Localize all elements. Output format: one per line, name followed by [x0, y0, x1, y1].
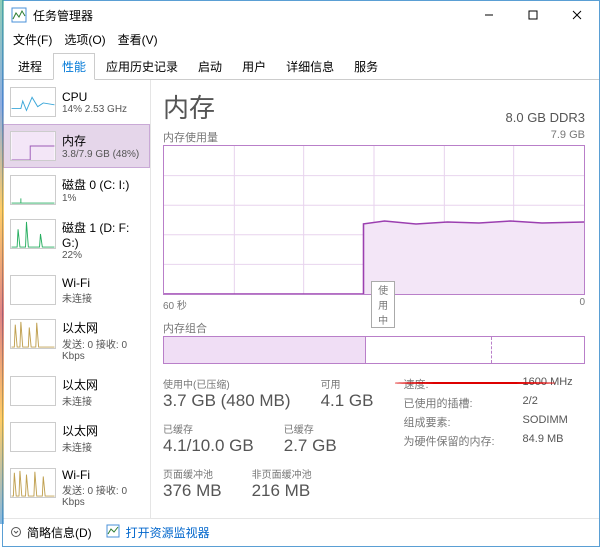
menu-options[interactable]: 选项(O) [64, 31, 105, 48]
sidebar-item-sub: 22% [62, 250, 143, 261]
sidebar-item-sub: 3.8/7.9 GB (48%) [62, 149, 139, 160]
fewer-details-button[interactable]: 简略信息(D) [27, 524, 92, 541]
fewer-details-icon[interactable] [11, 526, 21, 540]
resource-monitor-icon [106, 524, 120, 541]
ethernet-thumb-icon [10, 376, 56, 406]
window-controls [467, 1, 599, 29]
form-label: 组成要素: [403, 414, 494, 430]
close-button[interactable] [555, 1, 599, 29]
tabs: 进程 性能 应用历史记录 启动 用户 详细信息 服务 [3, 52, 599, 80]
wifi-thumb-icon [10, 468, 56, 498]
x-axis-right: 0 [579, 297, 585, 312]
tab-startup[interactable]: 启动 [189, 53, 231, 80]
sidebar-item-disk0[interactable]: 磁盘 0 (C: I:)1% [3, 168, 150, 212]
memory-composition-chart [163, 336, 585, 364]
maximize-button[interactable] [511, 1, 555, 29]
slots-label: 已使用的插槽: [403, 395, 494, 411]
open-resource-monitor-link[interactable]: 打开资源监视器 [126, 524, 210, 541]
stat-nonpaged-label: 非页面缓冲池 [252, 466, 312, 481]
speed-value: 1600 MHz [523, 376, 573, 392]
footer: 简略信息(D) 打开资源监视器 [3, 518, 599, 546]
stat-avail-value: 4.1 GB [321, 391, 374, 411]
hw-reserved-value: 84.9 MB [523, 433, 573, 449]
sidebar-item-label: 以太网 [62, 422, 98, 439]
cpu-thumb-icon [10, 87, 56, 117]
sidebar-item-sub: 14% 2.53 GHz [62, 104, 127, 115]
sidebar-item-wifi2[interactable]: Wi-Fi发送: 0 接收: 0 Kbps [3, 461, 150, 515]
menu-view[interactable]: 查看(V) [118, 31, 158, 48]
stat-cache-label: 已缓存 [284, 421, 337, 436]
sidebar-item-sub: 发送: 0 接收: 0 Kbps [62, 336, 143, 362]
stat-cache-value: 2.7 GB [284, 436, 337, 456]
sidebar-item-wifi1[interactable]: Wi-Fi未连接 [3, 268, 150, 312]
wifi-thumb-icon [10, 275, 56, 305]
task-manager-window: 任务管理器 文件(F) 选项(O) 查看(V) 进程 性能 应用历史记录 启动 … [2, 0, 600, 547]
main-panel: 内存 8.0 GB DDR3 内存使用量 7.9 GB 60 秒 [151, 80, 599, 518]
x-axis-left: 60 秒 [163, 297, 187, 312]
sidebar-item-label: 磁盘 1 (D: F: G:) [62, 219, 143, 250]
stat-paged-label: 页面缓冲池 [163, 466, 222, 481]
memory-usage-chart [163, 145, 585, 295]
annotation-red-underline [395, 382, 555, 384]
composition-free [492, 337, 584, 363]
sidebar-item-cpu[interactable]: CPU14% 2.53 GHz [3, 80, 150, 124]
tab-processes[interactable]: 进程 [9, 53, 51, 80]
stat-commit-value: 4.1/10.0 GB [163, 436, 254, 456]
usage-chart-max: 7.9 GB [551, 129, 585, 145]
sidebar-item-sub: 1% [62, 193, 129, 204]
stat-avail-label: 可用 [321, 376, 374, 391]
sidebar-item-memory[interactable]: 内存3.8/7.9 GB (48%) [3, 124, 150, 168]
stat-nonpaged-value: 216 MB [252, 481, 312, 501]
x-axis-marker [382, 297, 385, 312]
sidebar-item-label: Wi-Fi [62, 468, 143, 482]
body: CPU14% 2.53 GHz 内存3.8/7.9 GB (48%) 磁盘 0 … [3, 80, 599, 518]
sidebar-item-sub: 未连接 [62, 290, 92, 305]
tab-app-history[interactable]: 应用历史记录 [97, 53, 187, 80]
sidebar-item-label: Wi-Fi [62, 276, 92, 290]
stat-used-value: 3.7 GB (480 MB) [163, 391, 291, 411]
tab-services[interactable]: 服务 [345, 53, 387, 80]
tab-users[interactable]: 用户 [233, 53, 275, 80]
window-title: 任务管理器 [33, 7, 467, 24]
hw-reserved-label: 为硬件保留的内存: [403, 433, 494, 449]
stat-commit-label: 已缓存 [163, 421, 254, 436]
composition-standby [366, 337, 492, 363]
sidebar-item-ethernet2[interactable]: 以太网未连接 [3, 369, 150, 415]
disk-thumb-icon [10, 175, 56, 205]
sidebar-item-sub: 未连接 [62, 393, 98, 408]
sidebar-item-ethernet3[interactable]: 以太网未连接 [3, 415, 150, 461]
memory-thumb-icon [10, 131, 56, 161]
sidebar-item-disk1[interactable]: 磁盘 1 (D: F: G:)22% [3, 212, 150, 268]
stat-paged-value: 376 MB [163, 481, 222, 501]
app-icon [11, 7, 27, 23]
sidebar-item-label: 以太网 [62, 319, 143, 336]
sidebar-item-label: 内存 [62, 132, 139, 149]
ethernet-thumb-icon [10, 422, 56, 452]
page-title: 内存 [163, 88, 215, 125]
sidebar-item-sub: 发送: 0 接收: 0 Kbps [62, 482, 143, 508]
external-edge-decoration [0, 0, 4, 524]
sidebar-item-sub: 未连接 [62, 439, 98, 454]
composition-in-use [164, 337, 366, 363]
speed-label: 速度: [403, 376, 494, 392]
ethernet-thumb-icon [10, 319, 56, 349]
menu-file[interactable]: 文件(F) [13, 31, 52, 48]
sidebar-item-ethernet1[interactable]: 以太网发送: 0 接收: 0 Kbps [3, 312, 150, 369]
tab-performance[interactable]: 性能 [53, 53, 95, 80]
menubar: 文件(F) 选项(O) 查看(V) [3, 29, 599, 52]
sidebar-item-label: CPU [62, 90, 127, 104]
usage-chart-label: 内存使用量 [163, 129, 218, 145]
stat-used-label: 使用中(已压缩) [163, 376, 291, 391]
slots-value: 2/2 [523, 395, 573, 411]
tab-details[interactable]: 详细信息 [277, 53, 343, 80]
stats-right: 速度: 1600 MHz 已使用的插槽: 2/2 组成要素: SODIMM 为硬件保留… [403, 376, 572, 501]
titlebar: 任务管理器 [3, 1, 599, 29]
memory-spec: 8.0 GB DDR3 [506, 110, 585, 125]
form-value: SODIMM [523, 414, 573, 430]
sidebar-item-label: 以太网 [62, 376, 98, 393]
sidebar-item-label: 磁盘 0 (C: I:) [62, 176, 129, 193]
sidebar: CPU14% 2.53 GHz 内存3.8/7.9 GB (48%) 磁盘 0 … [3, 80, 151, 518]
minimize-button[interactable] [467, 1, 511, 29]
disk-thumb-icon [10, 219, 56, 249]
